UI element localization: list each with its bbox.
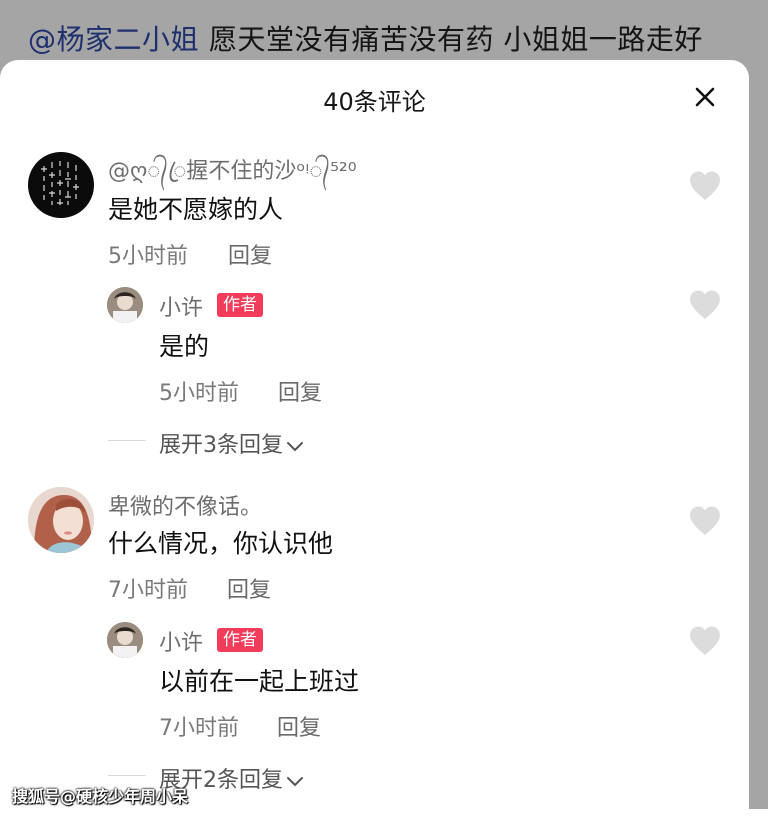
comment-text: 什么情况，你认识他	[108, 529, 334, 558]
reply-button[interactable]: 回复	[278, 375, 322, 407]
avatar-image	[107, 622, 143, 658]
avatar-image	[107, 287, 143, 323]
reply-button[interactable]: 回复	[227, 572, 271, 604]
expand-divider	[108, 440, 146, 441]
reply-button[interactable]: 回复	[277, 710, 321, 742]
expand-replies-label: 展开3条回复	[159, 433, 283, 458]
expand-divider	[108, 775, 146, 776]
reply-username[interactable]: 小许	[159, 290, 203, 322]
comment-count-title: 40条评论	[323, 88, 426, 116]
reply-username[interactable]: 小许	[159, 625, 203, 657]
author-badge: 作者	[217, 293, 263, 317]
video-caption: @杨家二小姐 愿天堂没有痛苦没有药 小姐姐一路走好	[28, 18, 703, 58]
avatar[interactable]	[107, 287, 143, 323]
reply-button[interactable]: 回复	[228, 238, 272, 270]
caption-mention-link[interactable]: @杨家二小姐	[28, 23, 199, 56]
watermark: 搜狐号@硬核少年周小呆	[12, 787, 189, 806]
close-icon[interactable]	[693, 85, 717, 109]
heart-icon[interactable]	[688, 505, 722, 536]
avatar-image	[28, 487, 94, 553]
comment-text: 是她不愿嫁的人	[108, 195, 284, 224]
reply-text: 以前在一起上班过	[159, 667, 360, 696]
heart-icon[interactable]	[688, 170, 722, 201]
reply-time: 5小时前	[159, 381, 239, 406]
comment-username[interactable]: 卑微的不像话。	[108, 489, 262, 521]
comment-time: 7小时前	[108, 578, 188, 603]
reply-time: 7小时前	[159, 716, 239, 741]
caption-text: 愿天堂没有痛苦没有药 小姐姐一路走好	[209, 23, 703, 56]
background-overlay-strip	[749, 0, 768, 809]
avatar[interactable]	[107, 622, 143, 658]
avatar[interactable]	[28, 152, 94, 218]
chevron-down-icon	[287, 442, 303, 452]
chevron-down-icon	[287, 777, 303, 787]
expand-replies-button[interactable]: 展开3条回复	[159, 427, 305, 459]
heart-icon[interactable]	[688, 625, 722, 656]
author-badge: 作者	[217, 628, 263, 652]
reply-text: 是的	[159, 332, 210, 361]
comment-time: 5小时前	[108, 244, 188, 269]
heart-icon[interactable]	[688, 289, 722, 320]
avatar[interactable]	[28, 487, 94, 553]
calligraphy-avatar-image	[41, 161, 79, 205]
